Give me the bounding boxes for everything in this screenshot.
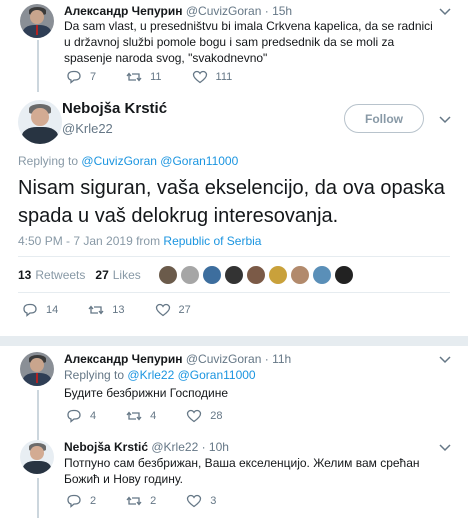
retweet-button[interactable]: 2 xyxy=(126,494,156,508)
liker-avatar[interactable] xyxy=(246,266,265,284)
tweet-actions: 7 11 111 xyxy=(66,70,262,84)
divider xyxy=(18,292,450,293)
like-button[interactable]: 27 xyxy=(155,303,191,317)
tweet-header: Александр Чепурин @CuvizGoran · 15h xyxy=(64,4,292,18)
reply-button[interactable]: 2 xyxy=(66,494,96,508)
like-count: 28 xyxy=(210,410,223,422)
tweet-time[interactable]: · 10h xyxy=(202,440,229,454)
likes-count: 27 xyxy=(95,268,109,282)
tweet-header: Nebojša Krstić @Krle22 · 10h xyxy=(64,440,229,454)
like-button[interactable]: 3 xyxy=(186,494,216,508)
likers-avatars xyxy=(158,266,357,284)
tweet-text: Будите безбрижни Господине xyxy=(64,386,229,400)
retweets-label: Retweets xyxy=(35,268,86,282)
reply-icon xyxy=(67,494,81,508)
tweet-time[interactable]: · 11h xyxy=(265,352,291,366)
reply-count: 2 xyxy=(90,495,97,507)
tweet-header: Александр Чепурин @CuvizGoran · 11h xyxy=(64,352,291,366)
reply-icon xyxy=(67,409,81,423)
tweet-actions: 4 4 28 xyxy=(66,409,253,423)
retweets-count: 13 xyxy=(18,268,32,282)
replying-to: Replying to @Krle22 @Goran11000 xyxy=(64,367,256,383)
tweet-text: Nisam siguran, vaša ekselencijo, da ova … xyxy=(18,177,445,227)
tweet-text: Da sam vlast, u presedništvu bi imala Cr… xyxy=(64,19,433,65)
reply-count: 4 xyxy=(90,410,97,422)
chevron-down-icon[interactable] xyxy=(439,116,451,124)
reply-button[interactable]: 4 xyxy=(66,409,96,423)
reply-count: 7 xyxy=(90,71,97,83)
tweet-meta: 4:50 PM - 7 Jan 2019 from Republic of Se… xyxy=(18,234,261,248)
tweet-timestamp[interactable]: 4:50 PM - 7 Jan 2019 from xyxy=(18,234,160,248)
heart-icon xyxy=(187,494,202,508)
like-button[interactable]: 111 xyxy=(192,70,233,84)
author-handle[interactable]: @Krle22 xyxy=(62,121,113,136)
avatar[interactable] xyxy=(20,440,54,474)
liker-avatar[interactable] xyxy=(180,266,199,284)
retweet-count: 13 xyxy=(112,304,125,316)
replying-prefix: Replying to xyxy=(64,368,125,382)
liker-avatar[interactable] xyxy=(334,266,353,284)
author-name[interactable]: Александр Чепурин xyxy=(64,352,183,366)
retweet-icon xyxy=(126,411,142,421)
retweet-count: 11 xyxy=(150,71,162,83)
heart-icon xyxy=(187,409,202,423)
avatar[interactable] xyxy=(20,4,54,38)
section-separator xyxy=(0,336,468,346)
liker-avatar[interactable] xyxy=(224,266,243,284)
like-count: 27 xyxy=(178,304,191,316)
reply-button[interactable]: 14 xyxy=(22,303,58,317)
tweet-actions: 2 2 3 xyxy=(66,494,246,508)
tweet-location[interactable]: Republic of Serbia xyxy=(163,234,261,248)
reply-count: 14 xyxy=(46,304,59,316)
thread-line xyxy=(37,478,39,518)
chevron-down-icon[interactable] xyxy=(439,8,451,16)
retweets-stat[interactable]: 13 Retweets xyxy=(18,268,85,282)
reply-icon xyxy=(23,303,37,317)
follow-button[interactable]: Follow xyxy=(344,104,424,133)
retweet-button[interactable]: 4 xyxy=(126,409,156,423)
author-name[interactable]: Александр Чепурин xyxy=(64,4,183,18)
chevron-down-icon[interactable] xyxy=(439,444,451,452)
heart-icon xyxy=(192,70,207,84)
replying-users[interactable]: @CuvizGoran @Goran11000 xyxy=(81,154,238,168)
retweet-icon xyxy=(126,72,142,82)
liker-avatar[interactable] xyxy=(290,266,309,284)
reply-icon xyxy=(67,70,81,84)
divider xyxy=(18,256,450,257)
like-button[interactable]: 28 xyxy=(186,409,223,423)
author-name[interactable]: Nebojša Krstić xyxy=(62,100,167,117)
replying-prefix: Replying to xyxy=(18,154,79,168)
tweet-actions: 14 13 27 xyxy=(22,303,221,317)
retweet-button[interactable]: 13 xyxy=(88,303,125,317)
liker-avatar[interactable] xyxy=(312,266,331,284)
tweet-time[interactable]: · 15h xyxy=(265,4,292,18)
tweet-stats: 13 Retweets 27 Likes xyxy=(18,266,357,284)
retweet-count: 2 xyxy=(150,495,157,507)
retweet-icon xyxy=(88,305,104,315)
liker-avatar[interactable] xyxy=(268,266,287,284)
avatar[interactable] xyxy=(18,100,62,144)
liker-avatar[interactable] xyxy=(202,266,221,284)
author-name[interactable]: Nebojša Krstić xyxy=(64,440,148,454)
avatar[interactable] xyxy=(20,352,54,386)
author-handle[interactable]: @Krle22 xyxy=(151,440,198,454)
author-handle[interactable]: @CuvizGoran xyxy=(186,4,262,18)
tweet-text: Потпуно сам безбрижан, Ваша екселенцијо.… xyxy=(64,456,420,486)
chevron-down-icon[interactable] xyxy=(439,356,451,364)
reply-button[interactable]: 7 xyxy=(66,70,96,84)
thread-line xyxy=(37,390,39,440)
liker-avatar[interactable] xyxy=(158,266,177,284)
like-count: 111 xyxy=(215,71,233,83)
likes-label: Likes xyxy=(112,268,141,282)
likes-stat[interactable]: 27 Likes xyxy=(95,268,140,282)
replying-users[interactable]: @Krle22 @Goran11000 xyxy=(127,368,255,382)
retweet-button[interactable]: 11 xyxy=(126,70,162,84)
replying-to: Replying to @CuvizGoran @Goran11000 xyxy=(18,154,238,168)
author-handle[interactable]: @CuvizGoran xyxy=(186,352,262,366)
retweet-icon xyxy=(126,496,142,506)
retweet-count: 4 xyxy=(150,410,157,422)
heart-icon xyxy=(155,303,170,317)
thread-line xyxy=(37,40,39,92)
like-count: 3 xyxy=(210,495,217,507)
